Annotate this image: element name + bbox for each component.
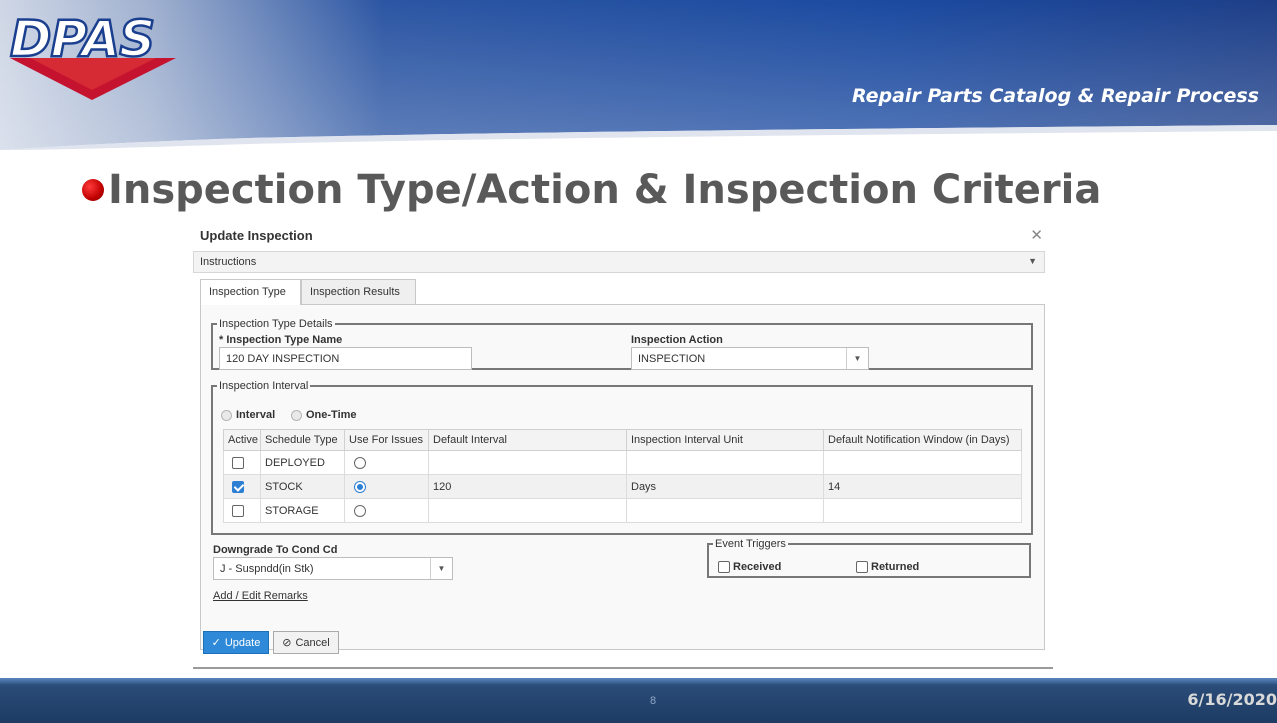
checkbox-icon — [718, 561, 730, 573]
use-for-issues-radio[interactable] — [354, 480, 366, 493]
update-button-label: Update — [224, 636, 261, 649]
downgrade-label: Downgrade To Cond Cd — [213, 544, 338, 556]
column-header-notification-window[interactable]: Default Notification Window (in Days) — [823, 429, 1022, 451]
active-checkbox[interactable] — [232, 480, 244, 493]
default-interval-cell[interactable] — [428, 498, 627, 523]
received-label: Received — [733, 561, 782, 573]
cancel-button[interactable]: ⊘ Cancel — [273, 631, 339, 654]
one-time-radio-label: One-Time — [306, 409, 357, 421]
interval-unit-cell[interactable] — [626, 498, 824, 523]
schedule-type-cell: STOCK — [260, 474, 345, 499]
schedule-grid: Active Schedule Type Use For Issues Defa… — [223, 429, 1022, 523]
radio-icon — [291, 409, 302, 421]
dpas-logo: DPAS — [9, 9, 176, 100]
chevron-down-icon[interactable]: ▼ — [430, 558, 452, 579]
instructions-label: Instructions — [200, 256, 257, 268]
radio-icon — [221, 409, 232, 421]
inspection-action-label: Inspection Action — [631, 334, 723, 346]
close-icon[interactable]: ✕ — [1030, 226, 1043, 244]
column-header-schedule-type[interactable]: Schedule Type — [260, 429, 345, 451]
received-checkbox[interactable]: Received — [718, 561, 781, 573]
slide-header: DPAS Repair Parts Catalog & Repair Proce… — [0, 0, 1277, 150]
update-inspection-dialog: Update Inspection ✕ Instructions ▼ Inspe… — [193, 221, 1053, 669]
svg-text:DPAS: DPAS — [10, 10, 154, 68]
red-bullet-icon — [82, 179, 104, 201]
slide-title: Inspection Type/Action & Inspection Crit… — [108, 167, 1102, 213]
returned-label: Returned — [871, 561, 920, 573]
checkbox-icon — [856, 561, 868, 573]
active-checkbox[interactable] — [232, 504, 244, 517]
column-header-active[interactable]: Active — [223, 429, 261, 451]
interval-radio[interactable]: Interval — [221, 409, 275, 421]
inspection-action-value: INSPECTION — [638, 353, 706, 365]
interval-radio-label: Interval — [236, 409, 276, 421]
column-header-interval-unit[interactable]: Inspection Interval Unit — [626, 429, 824, 451]
slide-title-row: Inspection Type/Action & Inspection Crit… — [82, 160, 1101, 220]
chevron-down-icon[interactable]: ▼ — [846, 348, 868, 369]
caret-down-icon[interactable]: ▼ — [1028, 256, 1037, 266]
one-time-radio[interactable]: One-Time — [291, 409, 357, 421]
inspection-interval-legend: Inspection Interval — [219, 380, 309, 392]
inspection-type-details-legend: Inspection Type Details — [219, 318, 333, 330]
event-triggers-legend: Event Triggers — [715, 538, 786, 550]
add-edit-remarks-link[interactable]: Add / Edit Remarks — [213, 590, 308, 602]
inspection-type-name-input[interactable]: 120 DAY INSPECTION — [219, 347, 472, 370]
update-button[interactable]: ✓ Update — [203, 631, 269, 654]
notification-window-cell[interactable] — [823, 450, 1022, 475]
schedule-type-cell: DEPLOYED — [260, 450, 345, 475]
table-row[interactable]: STOCK 120 Days 14 — [223, 474, 1022, 499]
active-checkbox[interactable] — [232, 456, 244, 469]
tab-inspection-results[interactable]: Inspection Results — [301, 279, 416, 304]
cancel-button-label: Cancel — [295, 636, 330, 649]
use-for-issues-radio[interactable] — [354, 504, 366, 517]
dialog-header: Update Inspection ✕ — [193, 221, 1053, 249]
default-interval-cell[interactable]: 120 — [428, 474, 627, 499]
use-for-issues-radio[interactable] — [354, 456, 366, 469]
inspection-type-panel: Inspection Type Details * Inspection Typ… — [200, 304, 1045, 650]
downgrade-value: J - Suspndd(in Stk) — [220, 563, 314, 575]
instructions-bar[interactable]: Instructions ▼ — [193, 251, 1045, 273]
page-number: 8 — [650, 695, 657, 707]
slide-footer: 8 6/16/2020 — [0, 678, 1277, 723]
schedule-type-cell: STORAGE — [260, 498, 345, 523]
interval-unit-cell[interactable]: Days — [626, 474, 824, 499]
header-banner — [0, 0, 1277, 150]
tab-inspection-type[interactable]: Inspection Type — [200, 279, 301, 305]
dialog-title: Update Inspection — [200, 228, 313, 243]
notification-window-cell[interactable] — [823, 498, 1022, 523]
default-interval-cell[interactable] — [428, 450, 627, 475]
downgrade-select[interactable]: J - Suspndd(in Stk) ▼ — [213, 557, 453, 580]
grid-header-row: Active Schedule Type Use For Issues Defa… — [223, 429, 1022, 451]
inspection-action-select[interactable]: INSPECTION ▼ — [631, 347, 869, 370]
returned-checkbox[interactable]: Returned — [856, 561, 919, 573]
inspection-type-name-label: * Inspection Type Name — [219, 334, 343, 346]
slide-date: 6/16/2020 — [1187, 690, 1277, 709]
cancel-icon: ⊘ — [282, 637, 292, 649]
notification-window-cell[interactable]: 14 — [823, 474, 1022, 499]
column-header-use-for-issues[interactable]: Use For Issues — [344, 429, 429, 451]
check-icon: ✓ — [211, 637, 221, 649]
column-header-default-interval[interactable]: Default Interval — [428, 429, 627, 451]
interval-unit-cell[interactable] — [626, 450, 824, 475]
slide-subtitle: Repair Parts Catalog & Repair Process — [851, 85, 1259, 107]
table-row[interactable]: DEPLOYED — [223, 450, 1022, 475]
table-row[interactable]: STORAGE — [223, 498, 1022, 523]
